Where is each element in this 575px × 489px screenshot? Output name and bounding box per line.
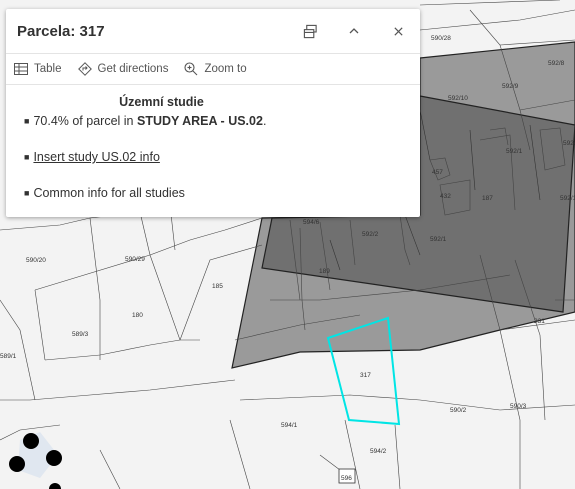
close-button[interactable] <box>376 9 420 53</box>
bullet: ■ <box>24 152 30 162</box>
dock-icon <box>303 24 317 38</box>
parcel-label: 592/11 <box>560 195 575 202</box>
dock-button[interactable] <box>288 9 332 53</box>
parcel-label: 231 <box>534 318 545 325</box>
directions-action-label: Get directions <box>97 63 169 75</box>
table-icon <box>14 63 28 75</box>
parcel-label: 317 <box>360 372 371 379</box>
table-action[interactable]: Table <box>14 63 62 75</box>
parcel-label: 189 <box>319 268 330 275</box>
parcel-label: 457 <box>432 169 443 176</box>
parcel-label: 590/20 <box>26 257 46 264</box>
close-icon <box>393 26 403 36</box>
parcel-label: 592/1 <box>430 236 447 243</box>
popup-title: Parcela: 317 <box>17 22 105 40</box>
popup-header: Parcela: 317 <box>6 9 420 54</box>
popup-actions: Table Get directions Zoom to <box>6 54 420 85</box>
zoom-to-action-label: Zoom to <box>204 63 247 75</box>
parcel-label: 592/12 <box>563 140 575 147</box>
bullet: ■ <box>24 116 30 126</box>
feature-popup: Parcela: 317 Table Get directions Zoom t… <box>6 9 420 217</box>
collapse-button[interactable] <box>332 9 376 53</box>
directions-icon <box>77 62 92 76</box>
parcel-label: 590/3 <box>510 403 527 410</box>
parcel-label: 594/6 <box>303 219 320 226</box>
parcel-label: 589/3 <box>72 331 89 338</box>
parcel-label: 590/28 <box>431 35 451 42</box>
parcel-label: 432 <box>440 193 451 200</box>
parcel-label: 592/1 <box>506 148 523 155</box>
popup-content-heading: Územní studie <box>119 95 204 109</box>
parcel-label: 594/2 <box>370 448 387 455</box>
parcel-label: 590/2 <box>450 407 467 414</box>
zoom-to-action[interactable]: Zoom to <box>184 62 247 76</box>
parcel-label: 180 <box>132 312 143 319</box>
table-action-label: Table <box>34 63 62 75</box>
parcel-label: 589/1 <box>0 353 17 360</box>
parcel-label: 596 <box>341 475 352 482</box>
popup-content: Územní studie ■ 70.4% of parcel in STUDY … <box>6 85 420 200</box>
common-info-line: ■ Common info for all studies <box>24 186 185 200</box>
study-area-share: ■ 70.4% of parcel in STUDY AREA - US.02. <box>24 114 267 128</box>
parcel-label: 185 <box>212 283 223 290</box>
bullet: ■ <box>24 188 30 198</box>
parcel-label: 590/29 <box>125 256 145 263</box>
directions-action[interactable]: Get directions <box>77 62 169 76</box>
parcel-label: 592/10 <box>448 95 468 102</box>
chevron-up-icon <box>349 28 359 34</box>
study-info-line: ■ Insert study US.02 info <box>24 150 420 164</box>
study-area-name: STUDY AREA - US.02 <box>136 114 263 128</box>
zoom-to-icon <box>184 62 198 76</box>
parcel-label: 592/9 <box>502 83 519 90</box>
insert-study-info-link[interactable]: Insert study US.02 info <box>33 150 159 164</box>
parcel-label: 594/1 <box>281 422 298 429</box>
parcel-label: 592/8 <box>548 60 565 67</box>
parcel-label: 592/2 <box>362 231 379 238</box>
parcel-label: 187 <box>482 195 493 202</box>
